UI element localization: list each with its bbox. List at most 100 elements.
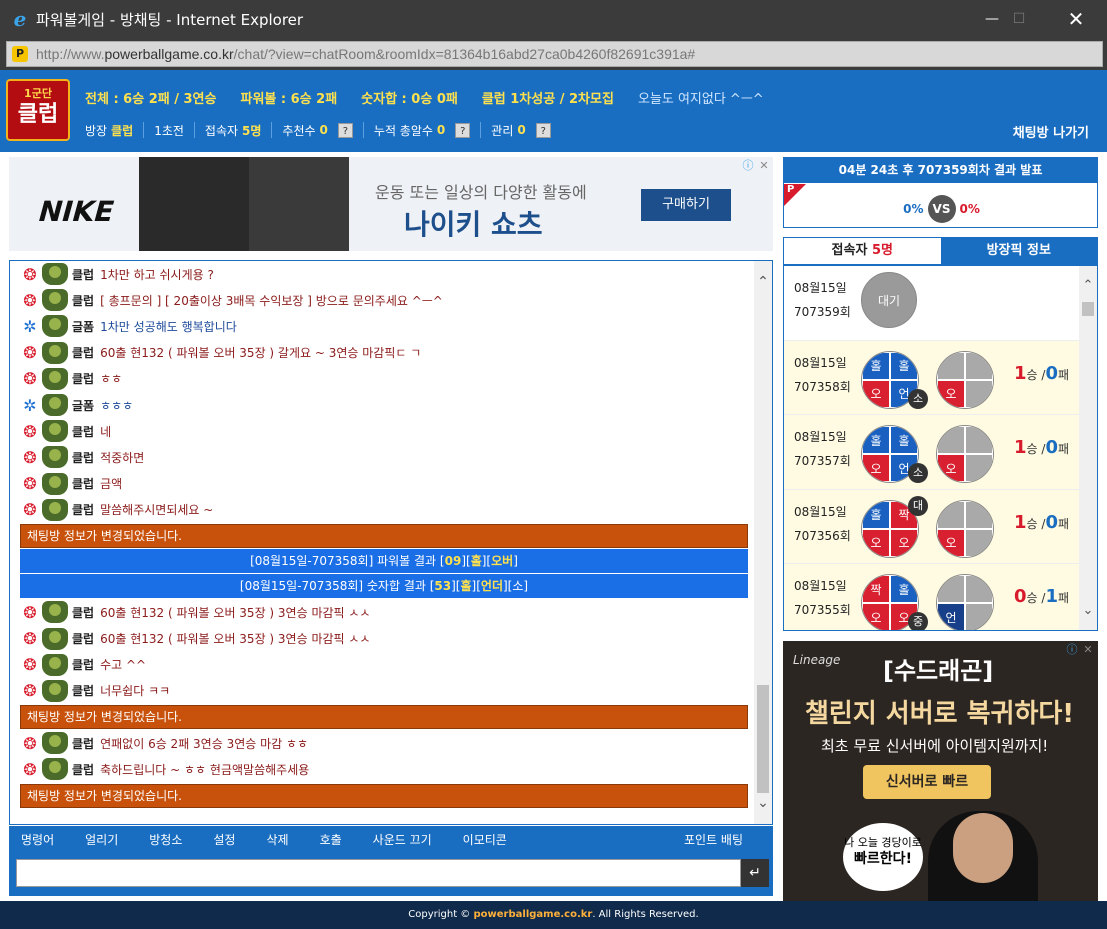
chat-nickname[interactable]: 클럽 (72, 292, 94, 309)
user-avatar[interactable] (42, 679, 68, 702)
scroll-up-icon[interactable]: ⌃ (1079, 278, 1097, 293)
user-avatar[interactable] (42, 758, 68, 781)
user-avatar[interactable] (42, 498, 68, 521)
tab-owner-picks[interactable]: 방장픽 정보 (940, 238, 1097, 264)
chat-input-row: ↵ (9, 852, 773, 896)
right-ad-banner[interactable]: Lineage [수드래곤] 챌린지 서버로 복귀하다! 최초 무료 신서버에 … (783, 641, 1098, 901)
ad-person-face (953, 813, 1013, 883)
chat-nickname[interactable]: 글폼 (72, 397, 94, 414)
footer: Copyright © powerballgame.co.kr. All Rig… (0, 901, 1107, 929)
pick-wait-ball: 대기 (861, 272, 917, 328)
pick-score: 1승 /0패 (1014, 362, 1070, 384)
chat-nickname[interactable]: 클럽 (72, 735, 94, 752)
menu-item[interactable]: 삭제 (254, 831, 288, 848)
pick-scrollbar[interactable]: ⌃ ⌄ (1079, 266, 1097, 630)
ad-info-icon[interactable]: ⓘ (1065, 643, 1079, 657)
send-icon[interactable]: ↵ (741, 859, 769, 887)
chat-nickname[interactable]: 클럽 (72, 761, 94, 778)
pick-row: 08월15일 707357회 홀 홀 오 언 소 오 1승 /0패 (784, 415, 1097, 490)
chat-nickname[interactable]: 클럽 (72, 501, 94, 518)
close-icon[interactable]: ✕ (1053, 0, 1099, 38)
chat-nickname[interactable]: 클럽 (72, 266, 94, 283)
chat-log: ❂ 클럽 1차만 하고 쉬시게용 ? ❂ 클럽 [ 총프문의 ] [ 20출이상 3배목 … (9, 260, 773, 825)
point-bet-button[interactable]: 포인트 배팅 (672, 831, 743, 848)
room-info: 방장 클럽 1초전 접속자 5명 추천수 0? 누적 총알수 0? 관리 0? (85, 122, 561, 138)
ad-title: [수드래곤] (883, 657, 994, 685)
ball-quadrant: 오 (890, 528, 918, 557)
menu-item[interactable]: 이모티콘 (451, 831, 507, 848)
user-avatar[interactable] (42, 289, 68, 312)
ad-photo (249, 157, 349, 251)
pick-score: 1승 /0패 (1014, 437, 1070, 458)
user-avatar[interactable] (42, 653, 68, 676)
ad-buy-button[interactable]: 구매하기 (641, 189, 731, 221)
pick-rows: 08월15일 707359회 대기 08월15일 707358회 홀 홀 오 언 소 오 1승 /0패… (784, 266, 1097, 630)
chat-nickname[interactable]: 클럽 (72, 604, 94, 621)
scroll-thumb[interactable] (757, 685, 769, 793)
menu-item[interactable]: 명령어 (9, 831, 54, 848)
scroll-down-icon[interactable]: ⌄ (1079, 603, 1097, 618)
ad-cta-button[interactable]: 신서버로 빠르 (863, 765, 991, 799)
level-red-icon: ❂ (23, 421, 37, 441)
help-button[interactable]: ? (337, 122, 353, 138)
menu-item[interactable]: 설정 (201, 831, 235, 848)
user-avatar[interactable] (42, 732, 68, 755)
user-avatar[interactable] (42, 446, 68, 469)
ad-speech-bubble: 나 오늘 경당이로 빠르한다! (843, 823, 923, 891)
room-cumulative: 누적 총알수 0? (362, 122, 480, 138)
chat-scrollbar[interactable]: ⌃ ⌄ (754, 261, 772, 824)
scroll-thumb[interactable] (1082, 302, 1094, 316)
ad-subtitle: 최초 무료 신서버에 아이템지원까지! (821, 737, 1049, 755)
menu-item[interactable]: 얼리기 (73, 831, 118, 848)
chat-nickname[interactable]: 클럽 (72, 423, 94, 440)
user-avatar[interactable] (42, 601, 68, 624)
chat-nickname[interactable]: 클럽 (72, 475, 94, 492)
chat-nickname[interactable]: 클럽 (72, 344, 94, 361)
pick-date: 08월15일 707355회 (794, 579, 851, 617)
user-avatar[interactable] (42, 420, 68, 443)
url-text: http://www.powerballgame.co.kr/chat/?vie… (36, 46, 696, 62)
user-avatar[interactable] (42, 627, 68, 650)
help-button[interactable]: ? (535, 122, 551, 138)
level-red-icon: ❂ (23, 681, 37, 701)
user-avatar[interactable] (42, 341, 68, 364)
ball-quadrant: 홀 (862, 500, 890, 529)
chat-message: ❂ 클럽 네 (20, 418, 748, 444)
top-ad-banner[interactable]: NIKE 운동 또는 일상의 다양한 활동에 나이키 쇼츠 구매하기 ⓘ ✕ (9, 157, 773, 251)
chat-message: ✲ 글폼 ㅎㅎㅎ (20, 392, 748, 418)
ad-info-icon[interactable]: ⓘ (741, 159, 755, 173)
chat-nickname[interactable]: 클럽 (72, 656, 94, 673)
pick-date: 08월15일 707359회 (794, 281, 851, 319)
maximize-icon[interactable]: ☐ (996, 0, 1042, 38)
user-avatar[interactable] (42, 367, 68, 390)
vs-icon: VS (927, 195, 956, 223)
stat-club: 클럽 1차성공 / 2차모집 (481, 92, 614, 107)
url-field[interactable]: P http://www.powerballgame.co.kr/chat/?v… (6, 41, 1103, 67)
chat-nickname[interactable]: 클럽 (72, 370, 94, 387)
tab-users[interactable]: 접속자 5명 (784, 238, 941, 264)
chat-nickname[interactable]: 글폼 (72, 318, 94, 335)
ad-close-icon[interactable]: ✕ (757, 159, 771, 173)
ball-quadrant: 오 (937, 454, 965, 482)
user-avatar[interactable] (42, 472, 68, 495)
chat-nickname[interactable]: 클럽 (72, 630, 94, 647)
menu-item[interactable]: 호출 (308, 831, 342, 848)
scroll-down-icon[interactable]: ⌄ (754, 794, 772, 812)
help-button[interactable]: ? (455, 122, 471, 138)
chat-message: ❂ 클럽 60출 현132 ( 파워볼 오버 35장 ) 3연승 마감픽 ㅅㅅ (20, 599, 748, 625)
left-percent: 0% (903, 202, 924, 216)
exit-room-button[interactable]: 채팅방 나가기 (1013, 122, 1089, 141)
chat-nickname[interactable]: 클럽 (72, 682, 94, 699)
level-red-icon: ❂ (23, 629, 37, 649)
scroll-up-icon[interactable]: ⌃ (754, 273, 772, 291)
menu-item[interactable]: 방청소 (137, 831, 182, 848)
ad-close-icon[interactable]: ✕ (1081, 643, 1095, 657)
chat-message: ❂ 클럽 연패없이 6승 2패 3연승 3연승 마감 ㅎㅎ (20, 730, 748, 756)
chat-nickname[interactable]: 클럽 (72, 449, 94, 466)
user-avatar[interactable] (42, 263, 68, 286)
user-avatar[interactable] (42, 315, 68, 338)
level-blue-icon: ✲ (23, 316, 37, 336)
menu-item[interactable]: 사운드 끄기 (361, 831, 432, 848)
user-avatar[interactable] (42, 394, 68, 417)
chat-input[interactable] (16, 859, 741, 887)
